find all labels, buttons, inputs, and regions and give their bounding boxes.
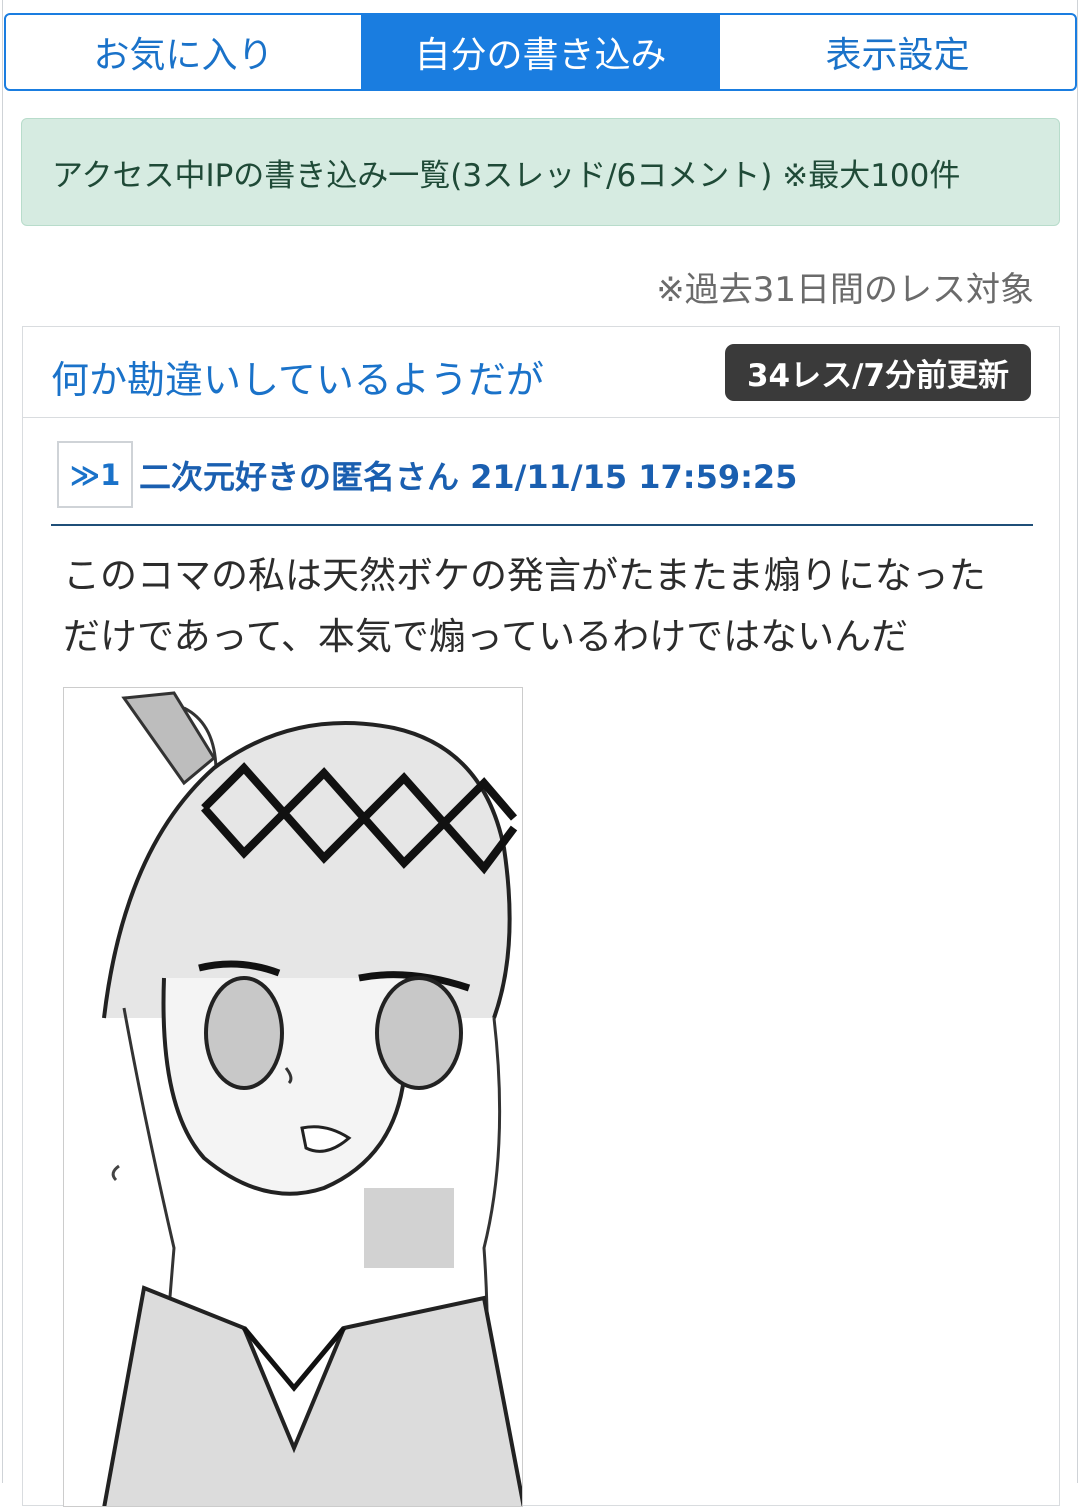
tab-favorites[interactable]: お気に入り [6, 15, 363, 89]
thread-status-badge: 34レス/7分前更新 [724, 344, 1031, 401]
post-author-date[interactable]: 二次元好きの匿名さん 21/11/15 17:59:25 [139, 452, 797, 498]
thread-title-link[interactable]: 何か勘違いしているようだが [51, 349, 544, 404]
manga-panel-image[interactable] [63, 687, 523, 1507]
period-note: ※過去31日間のレス対象 [656, 270, 1034, 310]
info-summary: アクセス中IPの書き込み一覧(3スレッド/6コメント) ※最大100件 [52, 157, 961, 194]
tab-bar: お気に入り 自分の書き込み 表示設定 [4, 13, 1077, 91]
manga-illustration [64, 688, 522, 1506]
reply-number-button[interactable]: ≫1 [57, 441, 133, 508]
post-header: ≫1 二次元好きの匿名さん 21/11/15 17:59:25 [51, 440, 1033, 526]
tab-my-posts[interactable]: 自分の書き込み [363, 15, 720, 89]
post-body-line-1: このコマの私は天然ボケの発言がたまたま煽りになった [63, 554, 986, 597]
tab-display-settings[interactable]: 表示設定 [720, 15, 1075, 89]
post-body: このコマの私は天然ボケの発言がたまたま煽りになった だけであって、本気で煽ってい… [63, 545, 1023, 667]
thread-card: 何か勘違いしているようだが 34レス/7分前更新 ≫1 二次元好きの匿名さん 2… [22, 326, 1060, 1507]
thread-header: 何か勘違いしているようだが 34レス/7分前更新 [23, 327, 1059, 418]
info-alert: アクセス中IPの書き込み一覧(3スレッド/6コメント) ※最大100件 [21, 118, 1060, 226]
post-body-line-2: だけであって、本気で煽っているわけではないんだ [63, 615, 909, 658]
